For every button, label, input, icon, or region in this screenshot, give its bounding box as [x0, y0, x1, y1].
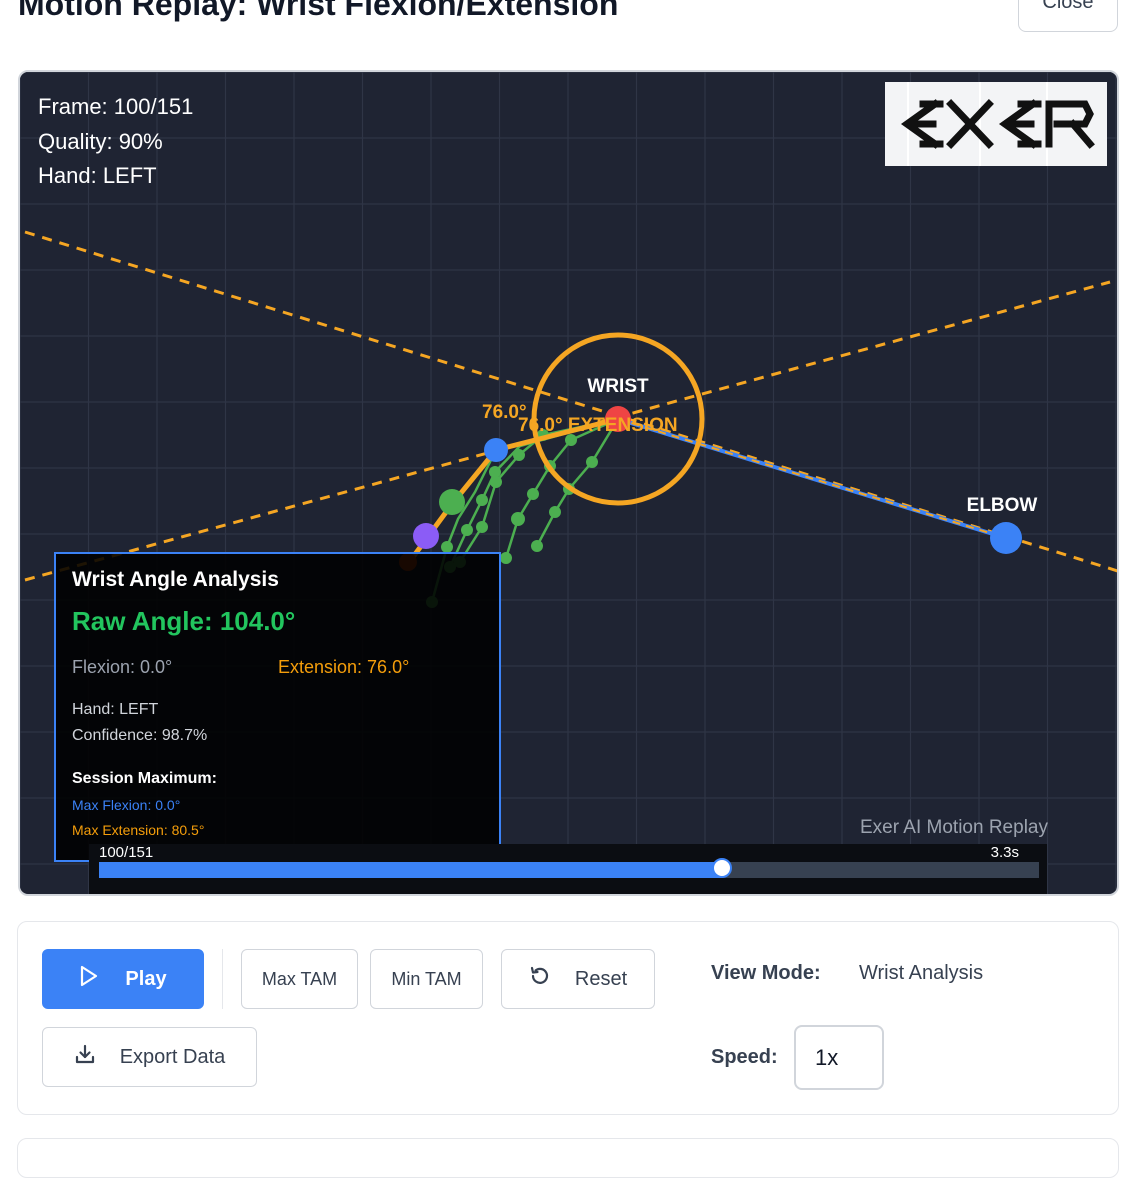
speed-select[interactable]: 1x	[794, 1025, 884, 1090]
elbow-label: ELBOW	[967, 495, 1038, 516]
timeline-progress	[99, 862, 722, 878]
extension-label: 76.0° EXTENSION	[518, 415, 678, 436]
index-base-joint	[484, 438, 508, 462]
download-icon	[74, 1043, 96, 1071]
hand-indicator: Hand: LEFT	[38, 163, 157, 188]
timeline-time-label: 3.3s	[990, 844, 1019, 861]
playback-controls: Play Max TAM Min TAM Reset Export Data V…	[17, 921, 1119, 1115]
wrist-angle-analysis-panel: Wrist Angle Analysis Raw Angle: 104.0° F…	[54, 552, 501, 862]
hand-value: Hand: LEFT	[72, 701, 159, 718]
next-section-card	[17, 1138, 1119, 1178]
timeline-scrubber: 100/151 3.3s	[89, 844, 1047, 894]
min-tam-button[interactable]: Min TAM	[370, 949, 483, 1009]
timeline-track[interactable]	[99, 858, 1039, 878]
thumb-tip-joint	[413, 523, 439, 549]
export-data-button[interactable]: Export Data	[42, 1027, 257, 1087]
speed-label: Speed:	[711, 1046, 778, 1068]
wrist-label: WRIST	[587, 376, 649, 397]
timeline-frame-label: 100/151	[99, 844, 154, 861]
toolbar-divider	[222, 949, 223, 1009]
analysis-title: Wrist Angle Analysis	[72, 568, 279, 591]
close-button[interactable]: Close	[1018, 0, 1118, 32]
hand-path	[405, 416, 619, 566]
reset-button[interactable]: Reset	[501, 949, 655, 1009]
quality-indicator: Quality: 90%	[38, 129, 163, 154]
view-mode-label: View Mode:	[711, 962, 821, 984]
reset-label: Reset	[574, 967, 628, 990]
play-button[interactable]: Play	[42, 949, 204, 1009]
raw-angle: Raw Angle: 104.0°	[72, 606, 296, 636]
thumb-joint	[439, 489, 465, 515]
max-extension-value: Max Extension: 80.5°	[72, 822, 205, 838]
replay-canvas: WRIST ELBOW 76.0° 76.0° EXTENSION Frame:…	[18, 70, 1119, 896]
max-flexion-value: Max Flexion: 0.0°	[72, 797, 181, 813]
elbow-joint	[990, 522, 1022, 554]
reset-icon	[529, 965, 551, 993]
replay-watermark: Exer AI Motion Replay	[860, 817, 1048, 838]
page-title: Motion Replay: Wrist Flexion/Extension	[18, 0, 619, 22]
exer-logo	[885, 82, 1107, 166]
max-tam-button[interactable]: Max TAM	[241, 949, 358, 1009]
export-label: Export Data	[119, 1045, 226, 1068]
flexion-value: Flexion: 0.0°	[72, 657, 173, 677]
frame-counter: Frame: 100/151	[38, 94, 194, 119]
timeline-thumb[interactable]	[711, 858, 732, 878]
play-icon	[79, 965, 99, 993]
play-label: Play	[125, 967, 167, 990]
session-maximum-title: Session Maximum:	[72, 770, 217, 787]
extension-value: Extension: 76.0°	[278, 657, 410, 677]
view-mode-value[interactable]: Wrist Analysis	[859, 962, 983, 985]
confidence-value: Confidence: 98.7%	[72, 727, 208, 744]
